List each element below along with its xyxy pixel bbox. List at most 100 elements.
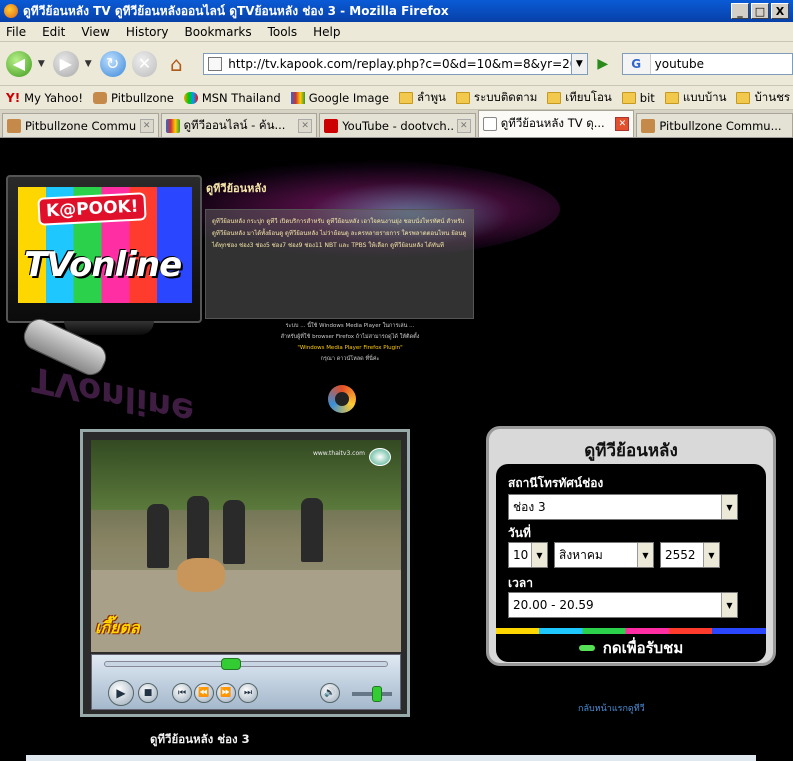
folder-icon [455, 91, 470, 104]
time-select[interactable]: 20.00 - 20.59 ▼ [508, 592, 738, 618]
tab-close-icon[interactable]: ✕ [615, 117, 630, 131]
menu-edit[interactable]: Edit [42, 25, 65, 39]
tv-frame: K@POOK! TVonline [6, 175, 202, 323]
bookmark-label: Pitbullzone [111, 90, 174, 105]
bookmark-my-yahoo[interactable]: Y! My Yahoo! [6, 91, 83, 105]
url-bar[interactable]: http://tv.kapook.com/replay.php?c=0&d=10… [203, 52, 572, 75]
tab-label: Pitbullzone Commu... [25, 118, 136, 133]
seek-handle[interactable] [221, 658, 241, 670]
forward-arrow-icon[interactable]: ▶ [52, 50, 79, 77]
menu-bookmarks[interactable]: Bookmarks [185, 25, 252, 39]
video-watermark: www.thaitv3.com [312, 450, 365, 457]
forward-history-dropdown-icon[interactable]: ▼ [85, 59, 92, 69]
bookmark-google-image[interactable]: Google Image [290, 90, 389, 105]
tab-close-icon[interactable]: ✕ [139, 118, 154, 133]
play-icon[interactable]: ▶ [108, 680, 134, 706]
page-icon [482, 117, 497, 131]
reload-icon[interactable]: ↻ [99, 50, 126, 77]
menu-tools[interactable]: Tools [268, 25, 298, 39]
description-box: ดูทีวีย้อนหลัง กระปุก ดูทีวี เปิดบริการส… [205, 209, 474, 319]
time-value: 20.00 - 20.59 [513, 598, 594, 612]
video-caption: ดูทีวีย้อนหลัง ช่อง 3 [150, 732, 250, 746]
bookmark-label: MSN Thailand [201, 90, 281, 105]
stop-icon[interactable]: ✕ [131, 50, 158, 77]
bookmark-msn-thailand[interactable]: MSN Thailand [183, 90, 281, 105]
back-history-dropdown-icon[interactable]: ▼ [38, 59, 45, 69]
station-select[interactable]: ช่อง 3 ▼ [508, 494, 738, 520]
back-home-link[interactable]: กลับหน้าแรกดูทีวี [578, 701, 645, 715]
search-engine-icon[interactable]: G [622, 53, 651, 74]
go-arrow-icon[interactable]: ▶ [592, 53, 614, 75]
menu-help[interactable]: Help [313, 25, 340, 39]
bookmark-folder-baan[interactable]: บ้านชร [736, 89, 790, 107]
bookmark-folder-transfer[interactable]: เทียบโอน [547, 89, 612, 107]
chevron-down-icon: ▼ [703, 543, 719, 567]
wmp-plugin-link[interactable]: "Windows Media Player Firefox Plugin" [240, 343, 460, 354]
chevron-down-icon: ▼ [721, 495, 737, 519]
url-dropdown-icon[interactable]: ▼ [571, 52, 588, 75]
fast-forward-icon[interactable]: ⏩ [216, 683, 236, 703]
minimize-button[interactable]: _ [731, 3, 749, 19]
maximize-button[interactable]: □ [751, 3, 769, 19]
tab-label: YouTube - dootvch... [342, 118, 453, 133]
youtube-icon [324, 118, 339, 133]
tv-online-logo: TVonline [24, 245, 182, 285]
bookmark-folder-bit[interactable]: bit [621, 91, 655, 105]
wmp-download-link[interactable]: กรุณา ดาวน์โหลด ที่นี่ค่ะ [240, 354, 460, 365]
panel-title: ดูทีวีย้อนหลัง [584, 441, 678, 461]
firefox-logo-icon[interactable] [328, 385, 356, 413]
volume-icon[interactable]: 🔊 [320, 683, 340, 703]
seek-bar[interactable] [104, 658, 388, 670]
previous-icon[interactable]: ⏮ [172, 683, 192, 703]
rewind-icon[interactable]: ⏪ [194, 683, 214, 703]
tab-google-search[interactable]: ดูทีวีออนไลน์ - ค้น... ✕ [160, 113, 318, 137]
month-select[interactable]: สิงหาคม ▼ [554, 542, 654, 568]
volume-handle[interactable] [372, 686, 382, 702]
bookmark-label: บ้านชร [754, 89, 791, 104]
bookmark-folder-lamphun[interactable]: ลำพูน [398, 89, 446, 107]
watch-button-label: กดเพื่อรับชม [602, 639, 684, 657]
bookmark-label: Google Image [308, 90, 389, 105]
video-person [187, 496, 209, 560]
tab-close-icon[interactable]: ✕ [456, 118, 471, 133]
stop-icon[interactable]: ■ [138, 683, 158, 703]
search-input[interactable]: G youtube [621, 52, 793, 75]
bookmark-folder-house-plans[interactable]: แบบบ้าน [664, 89, 726, 107]
folder-icon [398, 91, 413, 104]
day-value: 10 [513, 548, 529, 562]
folder-icon [621, 91, 636, 104]
bookmark-folder-tracking[interactable]: ระบบติดตาม [455, 89, 537, 107]
tab-tv-replay[interactable]: ดูทีวีย้อนหลัง TV ดุ... ✕ [477, 110, 635, 137]
menu-bar: File Edit View History Bookmarks Tools H… [0, 22, 793, 42]
player-controls: ▶ ■ ⏮ ⏪ ⏩ ⏭ 🔊 [91, 654, 401, 710]
year-select[interactable]: 2552 ▼ [660, 542, 720, 568]
replay-selector-panel: ดูทีวีย้อนหลัง สถานีโทรทัศน์ช่อง ช่อง 3 … [486, 426, 776, 666]
tab-label: ดูทีวีออนไลน์ - ค้น... [183, 117, 286, 132]
tab-label: Pitbullzone Commu... [659, 118, 782, 133]
back-arrow-icon[interactable]: ◀ [6, 50, 32, 77]
wmp-plugin-note: ระบบ ... นี้ใช้ Windows Media Player ในก… [240, 321, 460, 365]
volume-slider[interactable] [352, 686, 392, 702]
bookmark-pitbullzone[interactable]: Pitbullzone [93, 91, 174, 105]
folder-icon [664, 91, 679, 104]
green-pill-icon [578, 645, 595, 651]
tab-close-icon[interactable]: ✕ [298, 118, 313, 133]
folder-icon [547, 91, 562, 104]
home-icon[interactable]: ⌂ [163, 51, 189, 77]
chevron-down-icon: ▼ [721, 593, 737, 617]
bookmark-label: ลำพูน [416, 89, 446, 104]
menu-file[interactable]: File [6, 25, 26, 39]
month-value: สิงหาคม [559, 547, 603, 562]
video-frame[interactable]: www.thaitv3.com เกี๊ยตล [91, 440, 401, 652]
tab-pitbullzone-2[interactable]: Pitbullzone Commu... [636, 113, 793, 137]
next-icon[interactable]: ⏭ [238, 683, 258, 703]
day-select[interactable]: 10 ▼ [508, 542, 548, 568]
menu-history[interactable]: History [126, 25, 169, 39]
tv-online-banner: K@POOK! TVonline [6, 175, 206, 335]
close-button[interactable]: X [771, 3, 789, 19]
tab-pitbullzone-1[interactable]: Pitbullzone Commu... ✕ [2, 113, 159, 137]
page-content: K@POOK! TVonline TVonline ดูทีวีย้อนหลัง… [0, 139, 793, 761]
menu-view[interactable]: View [81, 25, 109, 39]
tab-youtube[interactable]: YouTube - dootvch... ✕ [319, 113, 476, 137]
watch-button[interactable]: กดเพื่อรับชม [496, 634, 766, 662]
